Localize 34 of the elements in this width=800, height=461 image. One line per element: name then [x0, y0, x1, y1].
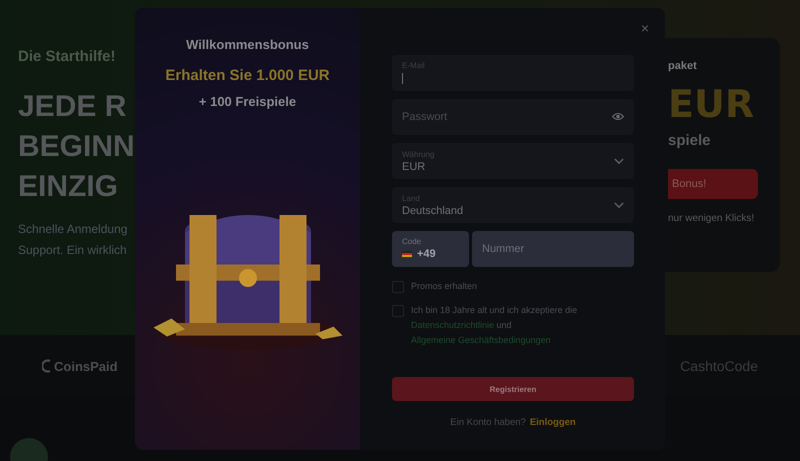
- promo-spins: spiele: [668, 132, 712, 149]
- hero-text-line: Schnelle Anmeldung: [18, 221, 128, 238]
- phone-number-field[interactable]: Nummer: [472, 231, 634, 267]
- bonus-spins: + 100 Freispiele: [198, 94, 296, 109]
- hero-heading-line: JEDE R: [18, 89, 128, 125]
- payment-logo: CoinsPaid: [54, 358, 118, 374]
- login-link[interactable]: Einloggen: [530, 417, 576, 428]
- hero-kicker: Die Starthilfe!: [18, 48, 117, 65]
- flag-icon: [402, 251, 412, 257]
- terms-text: Ich bin 18 Jahre alt und ich akzeptiere die Datenschutzrichtlinie und Allgemeine Geschäftsbedingungen: [411, 304, 578, 347]
- hero-heading-line: EINZIG: [18, 169, 120, 205]
- checkbox-label: Promos erhalten: [411, 280, 478, 293]
- field-value: Deutschland: [402, 204, 464, 216]
- terms-link[interactable]: Allgemeine Geschäftsbedingungen: [411, 335, 551, 345]
- bonus-title: Willkommensbonus: [186, 37, 309, 52]
- privacy-policy-link[interactable]: Datenschutzrichtlinie: [411, 320, 494, 330]
- login-prompt: Ein Konto haben?: [450, 417, 526, 428]
- eye-icon[interactable]: [612, 112, 624, 121]
- field-label: Code: [402, 237, 422, 246]
- promo-amount: EUR: [668, 82, 756, 126]
- field-value: +49: [417, 248, 436, 260]
- bonus-amount: Erhalten Sie 1.000 EUR: [164, 66, 331, 86]
- field-value: EUR: [402, 160, 426, 172]
- bonus-button[interactable]: Bonus!: [668, 169, 758, 199]
- close-button[interactable]: ×: [638, 20, 651, 36]
- hero-text-line: Support. Ein wirklich: [18, 242, 128, 259]
- chevron-down-icon: [614, 202, 624, 208]
- register-button[interactable]: Registrieren: [392, 377, 634, 401]
- promo-label: paket: [668, 60, 698, 72]
- promo-note: nur wenigen Klicks!: [668, 213, 756, 224]
- country-code-field[interactable]: Code +49: [392, 231, 469, 267]
- hero-heading-line: BEGINN: [18, 129, 133, 165]
- chevron-down-icon: [614, 158, 624, 164]
- coin-logo-icon: [42, 359, 52, 373]
